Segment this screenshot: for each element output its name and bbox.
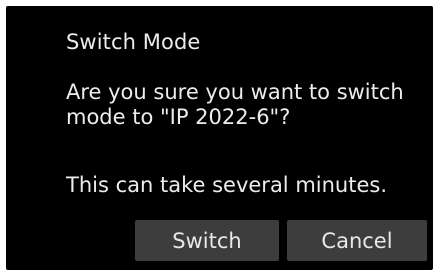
cancel-button[interactable]: Cancel: [287, 220, 427, 261]
dialog-message: Are you sure you want to switch mode to …: [66, 80, 404, 129]
dialog-note: This can take several minutes.: [66, 173, 387, 197]
switch-button[interactable]: Switch: [135, 220, 279, 261]
switch-mode-dialog: Switch Mode Are you sure you want to swi…: [6, 6, 433, 270]
dialog-title: Switch Mode: [66, 30, 201, 54]
